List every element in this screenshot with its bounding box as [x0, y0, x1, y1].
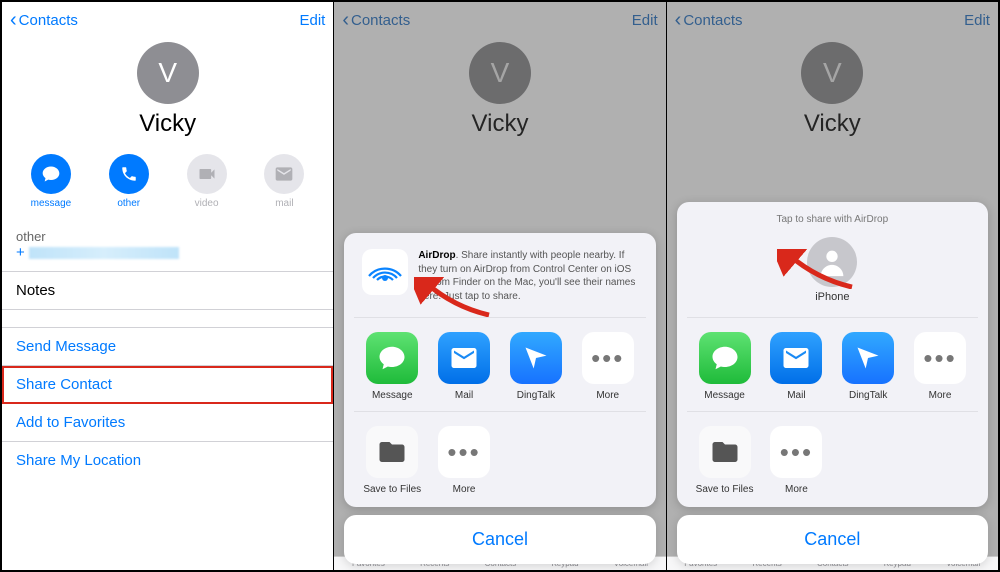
share-app-mail[interactable]: Mail — [760, 332, 832, 401]
share-app-dingtalk[interactable]: DingTalk — [500, 332, 572, 401]
spacer — [2, 310, 333, 328]
share-sheet: AirDrop. Share instantly with people nea… — [344, 233, 655, 564]
share-location-link[interactable]: Share My Location — [2, 442, 333, 479]
airdrop-description: AirDrop. Share instantly with people nea… — [418, 249, 637, 303]
action-call[interactable]: other — [99, 154, 159, 209]
avatar-initial: V — [158, 57, 177, 89]
mail-app-icon — [770, 332, 822, 384]
action-mail: mail — [254, 154, 314, 209]
share-app-message-label: Message — [356, 390, 428, 401]
dingtalk-app-icon — [510, 332, 562, 384]
phone-label: other — [16, 229, 319, 244]
share-actions-row: Save to Files ••• More — [687, 412, 978, 499]
action-video: video — [177, 154, 237, 209]
share-app-more-label: More — [572, 390, 644, 401]
contact-avatar: V — [137, 42, 199, 104]
phone-number-redacted — [29, 247, 179, 259]
more-actions-icon: ••• — [770, 426, 822, 478]
video-icon — [187, 154, 227, 194]
more-actions-icon: ••• — [438, 426, 490, 478]
share-actions-row: Save to Files ••• More — [354, 412, 645, 499]
action-mail-label: mail — [254, 198, 314, 209]
more-apps-icon: ••• — [582, 332, 634, 384]
share-app-dingtalk-label: DingTalk — [500, 390, 572, 401]
phone-prefix: + — [16, 244, 25, 261]
chevron-left-icon: ‹ — [10, 10, 17, 30]
share-contact-link[interactable]: Share Contact — [2, 366, 333, 404]
notes-row[interactable]: Notes — [2, 272, 333, 310]
edit-button[interactable]: Edit — [299, 12, 325, 29]
mail-app-icon — [438, 332, 490, 384]
message-app-icon — [366, 332, 418, 384]
person-silhouette-icon — [807, 237, 857, 287]
share-sheet: Tap to share with AirDrop iPhone Message — [677, 202, 988, 564]
airdrop-tap-title: Tap to share with AirDrop — [687, 214, 978, 233]
action-video-label: video — [177, 198, 237, 209]
cancel-button[interactable]: Cancel — [677, 515, 988, 564]
contact-header: V Vicky — [2, 38, 333, 146]
share-app-message[interactable]: Message — [689, 332, 761, 401]
share-action-save-files[interactable]: Save to Files — [356, 426, 428, 495]
share-action-save-files-label: Save to Files — [356, 484, 428, 495]
share-sheet-card: AirDrop. Share instantly with people nea… — [344, 233, 655, 507]
share-app-mail-label: Mail — [428, 390, 500, 401]
panel-contact-detail: ‹ Contacts Edit V Vicky message other v — [2, 2, 334, 570]
phone-icon — [109, 154, 149, 194]
share-app-more[interactable]: ••• More — [572, 332, 644, 401]
airdrop-target-label: iPhone — [687, 291, 978, 303]
mail-icon — [264, 154, 304, 194]
send-message-link[interactable]: Send Message — [2, 328, 333, 366]
panel-share-airdrop-target: ‹ Contacts Edit V Vicky Favorites Recent… — [667, 2, 998, 570]
add-favorites-link[interactable]: Add to Favorites — [2, 404, 333, 442]
airdrop-icon — [362, 249, 408, 295]
share-action-more[interactable]: ••• More — [760, 426, 832, 495]
dingtalk-app-icon — [842, 332, 894, 384]
share-apps-row: Message Mail DingTalk ••• — [354, 318, 645, 412]
share-action-more-label: More — [428, 484, 500, 495]
panel-share-airdrop-info: ‹ Contacts Edit V Vicky Favorites Recent… — [334, 2, 666, 570]
quick-actions-row: message other video mail — [2, 146, 333, 219]
share-apps-row: Message Mail DingTalk ••• — [687, 318, 978, 412]
share-sheet-card: Tap to share with AirDrop iPhone Message — [677, 202, 988, 507]
back-label: Contacts — [19, 12, 78, 29]
cancel-button[interactable]: Cancel — [344, 515, 655, 564]
share-app-dingtalk[interactable]: DingTalk — [832, 332, 904, 401]
navbar: ‹ Contacts Edit — [2, 2, 333, 38]
airdrop-info-row: AirDrop. Share instantly with people nea… — [354, 245, 645, 318]
more-apps-icon: ••• — [914, 332, 966, 384]
action-message-label: message — [21, 198, 81, 209]
share-app-more[interactable]: ••• More — [904, 332, 976, 401]
action-message[interactable]: message — [21, 154, 81, 209]
message-app-icon — [699, 332, 751, 384]
share-app-message[interactable]: Message — [356, 332, 428, 401]
back-button[interactable]: ‹ Contacts — [10, 10, 78, 30]
folder-icon — [366, 426, 418, 478]
contact-name: Vicky — [2, 110, 333, 138]
phone-row[interactable]: other + — [2, 219, 333, 272]
folder-icon — [699, 426, 751, 478]
share-action-more[interactable]: ••• More — [428, 426, 500, 495]
action-call-label: other — [99, 198, 159, 209]
message-icon — [31, 154, 71, 194]
share-action-save-files[interactable]: Save to Files — [689, 426, 761, 495]
airdrop-target[interactable]: iPhone — [687, 233, 978, 318]
share-app-mail[interactable]: Mail — [428, 332, 500, 401]
notes-label: Notes — [16, 282, 55, 299]
